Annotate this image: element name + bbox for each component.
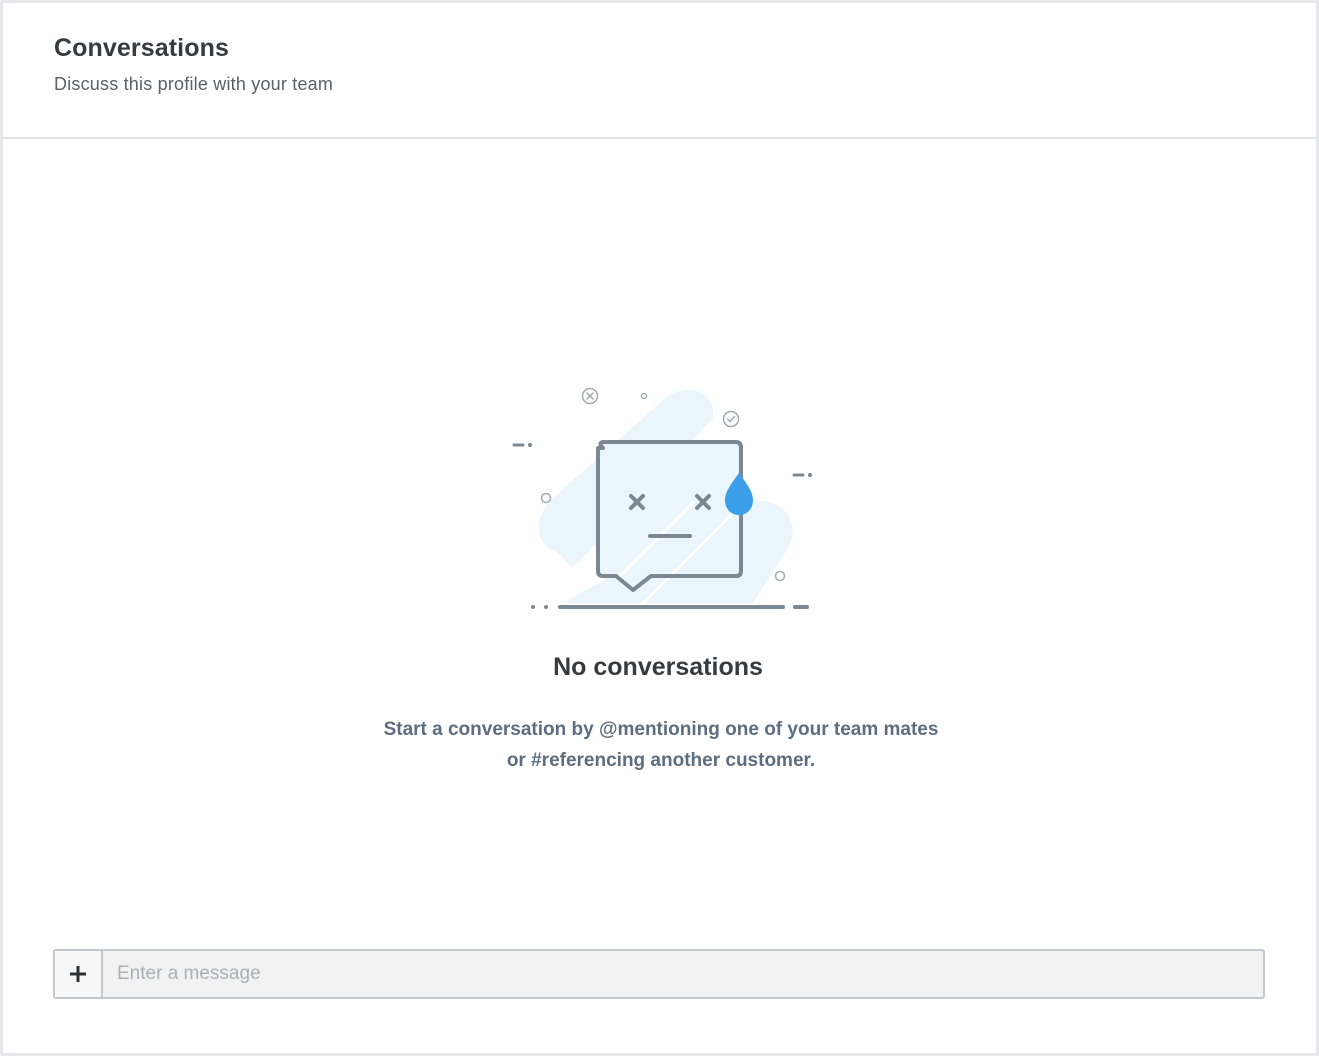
page-subtitle: Discuss this profile with your team xyxy=(54,74,334,94)
sad-chat-bubble-icon xyxy=(503,378,823,618)
empty-state-description: Start a conversation by @mentioning one … xyxy=(383,719,939,771)
plus-icon xyxy=(70,966,86,982)
message-composer xyxy=(53,949,1265,999)
page-title: Conversations xyxy=(54,34,229,62)
empty-state-title: No conversations xyxy=(553,653,763,681)
add-attachment-button[interactable] xyxy=(55,951,103,997)
panel-header: Conversations Discuss this profile with … xyxy=(3,3,1316,139)
message-input[interactable] xyxy=(103,951,1261,997)
conversations-panel: Conversations Discuss this profile with … xyxy=(0,0,1319,1056)
